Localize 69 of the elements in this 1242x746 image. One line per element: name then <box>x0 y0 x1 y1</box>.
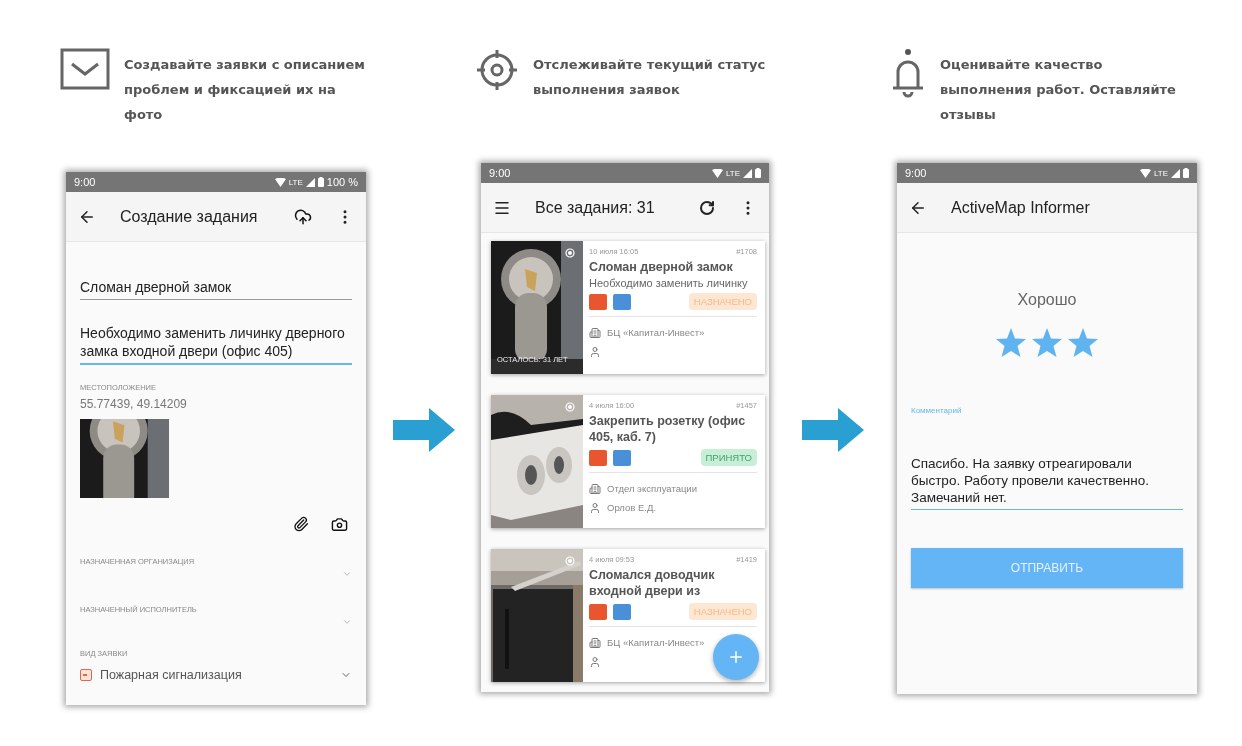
star-icon[interactable] <box>1067 327 1099 358</box>
task-description: Необходимо заменить личинку <box>589 277 749 289</box>
building-icon <box>589 482 601 495</box>
comment-label: Комментарий <box>911 406 963 415</box>
rating-label: Хорошо <box>1016 291 1078 309</box>
category-tag <box>613 293 631 310</box>
task-title: Сломался доводчик входной двери из <box>589 567 716 599</box>
battery-icon <box>1183 168 1189 178</box>
wifi-icon <box>1139 168 1151 178</box>
category-tag <box>613 449 631 466</box>
envelope-icon <box>60 48 110 90</box>
battery-icon <box>755 168 761 178</box>
feature-text: Создавайте заявки с описанием проблем и фиксацией их на фото <box>124 56 366 124</box>
wifi-icon <box>274 177 286 187</box>
feature-text: Оценивайте качество выполнения работ. Оставляйте отзывы <box>940 56 1177 124</box>
person-icon <box>589 501 601 514</box>
signal-icon <box>1171 168 1180 178</box>
cloud-upload-icon[interactable] <box>294 207 312 226</box>
star-icon[interactable] <box>995 327 1027 358</box>
signal-icon <box>743 168 752 178</box>
add-photo-icon[interactable] <box>331 516 348 533</box>
status-badge: НАЗНАЧЕНО <box>688 603 757 620</box>
clock: 9:00 <box>905 167 927 179</box>
status-badge: ПРИНЯТО <box>700 449 757 466</box>
category-tag <box>589 603 607 620</box>
clock: 9:00 <box>74 176 96 188</box>
building-icon <box>589 636 601 649</box>
screen-title: ActiveMap Informer <box>951 198 1091 217</box>
clock: 9:00 <box>489 167 511 179</box>
organization-name: БЦ «Капитал-Инвест» <box>607 327 705 338</box>
calendar-icon <box>80 669 92 681</box>
radio-icon <box>565 248 575 258</box>
network-label: LTE <box>725 168 740 178</box>
category-tag <box>613 603 631 620</box>
feature-text: Отслеживайте текущий статус выполнения заявок <box>533 56 767 99</box>
star-icon[interactable] <box>1031 327 1063 358</box>
person-icon <box>589 655 601 668</box>
screen-title: Создание задания <box>120 207 259 226</box>
plus-icon <box>727 648 745 666</box>
right-arrow-icon <box>802 408 864 452</box>
right-arrow-icon <box>392 408 455 452</box>
network-label: LTE <box>288 177 303 187</box>
network-label: LTE <box>1153 168 1168 178</box>
location-value: 55.77439, 49.14209 <box>80 397 188 411</box>
task-title: Сломан дверной замок <box>589 259 734 275</box>
task-title: Закрепить розетку (офис 405, каб. 7) <box>589 413 747 445</box>
name-field[interactable]: Сломан дверной замок <box>80 278 352 300</box>
category-tag <box>589 449 607 466</box>
status-badge: НАЗНАЧЕНО <box>688 293 757 310</box>
organization-name: Отдел эксплуатации <box>607 483 697 494</box>
radio-icon <box>565 556 575 566</box>
person-icon <box>589 345 601 358</box>
screen-title: Все задания: 31 <box>535 198 656 217</box>
building-icon <box>589 326 601 339</box>
type-value[interactable]: Пожарная сигнализация <box>100 668 332 682</box>
refresh-icon[interactable] <box>699 199 715 216</box>
assignee-name: Орлов Е.Д. <box>607 502 657 513</box>
bell-icon <box>890 48 926 100</box>
wifi-icon <box>711 168 723 178</box>
battery-icon <box>317 177 324 187</box>
organization-name: БЦ «Капитал-Инвест» <box>607 637 705 648</box>
radio-icon <box>565 402 575 412</box>
category-tag <box>589 293 607 310</box>
target-icon <box>475 48 519 92</box>
attach-icon[interactable] <box>293 516 309 532</box>
battery-level: 100 % <box>326 176 358 188</box>
comment-field[interactable]: Спасибо. На заявку отреагировали быстро. Работу провели качественно. Замечаний нет. <box>911 455 1183 510</box>
signal-icon <box>305 177 315 187</box>
description-field[interactable]: Необходимо заменить личинку дверного замка входной двери (офис 405) <box>80 324 352 365</box>
